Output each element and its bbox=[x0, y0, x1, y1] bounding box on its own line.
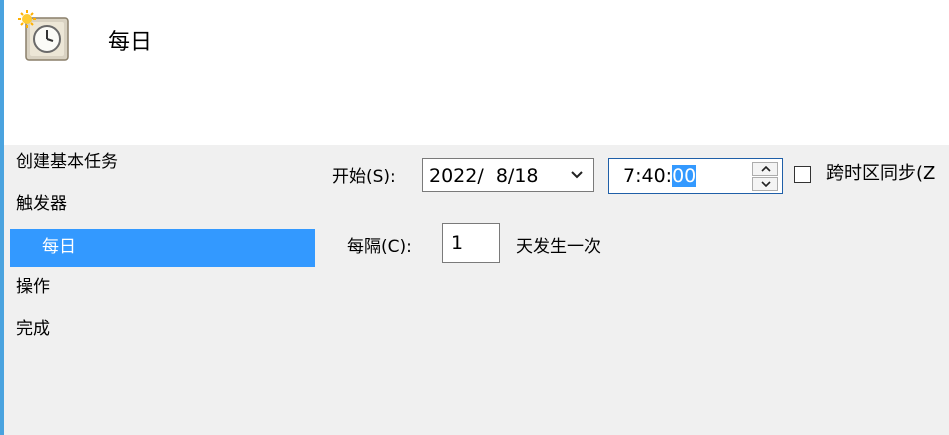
nav-item-create-basic-task[interactable]: 创建基本任务 bbox=[16, 148, 118, 176]
nav-item-finish[interactable]: 完成 bbox=[16, 315, 50, 343]
start-time-value[interactable]: 7:40:00 bbox=[623, 164, 697, 188]
time-spin-up-button[interactable] bbox=[752, 162, 778, 176]
interval-label: 每隔(C): bbox=[347, 237, 412, 257]
interval-days-input[interactable]: 1 bbox=[442, 223, 500, 263]
nav-item-action[interactable]: 操作 bbox=[16, 273, 50, 301]
time-hours-minutes: 7:40: bbox=[623, 165, 673, 187]
wizard-content: 创建基本任务 触发器 每日 操作 完成 开始(S): 2022/ 8/18 7:… bbox=[4, 145, 949, 435]
interval-days-value: 1 bbox=[451, 232, 464, 254]
sync-timezone-checkbox[interactable] bbox=[794, 166, 811, 183]
page-title: 每日 bbox=[108, 30, 153, 55]
nav-item-trigger[interactable]: 触发器 bbox=[16, 190, 67, 218]
sync-timezone-label: 跨时区同步(Z bbox=[826, 163, 936, 184]
chevron-down-icon[interactable] bbox=[569, 165, 585, 185]
start-time-field[interactable]: 7:40:00 bbox=[608, 158, 783, 194]
nav-item-daily[interactable]: 每日 bbox=[10, 229, 315, 267]
start-date-picker[interactable]: 2022/ 8/18 bbox=[422, 158, 594, 192]
time-seconds-selected: 00 bbox=[672, 165, 697, 187]
start-label: 开始(S): bbox=[332, 167, 396, 187]
interval-suffix-label: 天发生一次 bbox=[516, 237, 601, 257]
time-spin-down-button[interactable] bbox=[752, 177, 778, 191]
chevron-down-icon bbox=[761, 181, 771, 187]
chevron-up-icon bbox=[761, 166, 771, 172]
wizard-header: 每日 bbox=[4, 0, 949, 145]
task-clock-icon bbox=[18, 10, 72, 64]
start-date-value: 2022/ 8/18 bbox=[429, 165, 539, 187]
